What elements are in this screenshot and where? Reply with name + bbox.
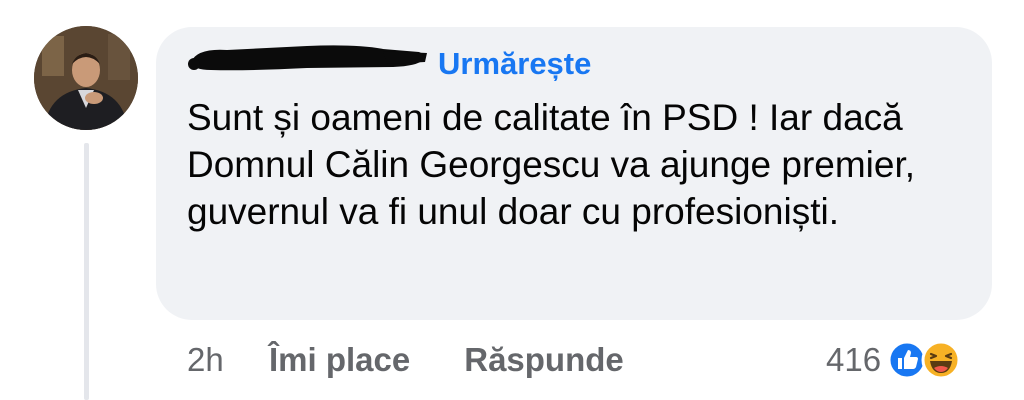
timestamp[interactable]: 2h [187,341,251,379]
haha-icon [921,340,961,380]
reply-button[interactable]: Răspunde [464,341,624,379]
follow-link[interactable]: Urmărește [438,44,591,84]
comment-text: Sunt și oameni de calitate în PSD ! Iar … [187,97,916,232]
thread-line [84,143,89,400]
avatar[interactable] [34,26,138,130]
comment-actions: 2h Îmi place Răspunde [187,336,624,384]
redacted-author-name [188,45,427,71]
reaction-summary[interactable]: 416 [826,336,961,384]
like-button[interactable]: Îmi place [269,341,410,379]
avatar-photo [34,26,138,130]
reaction-count: 416 [826,341,882,378]
